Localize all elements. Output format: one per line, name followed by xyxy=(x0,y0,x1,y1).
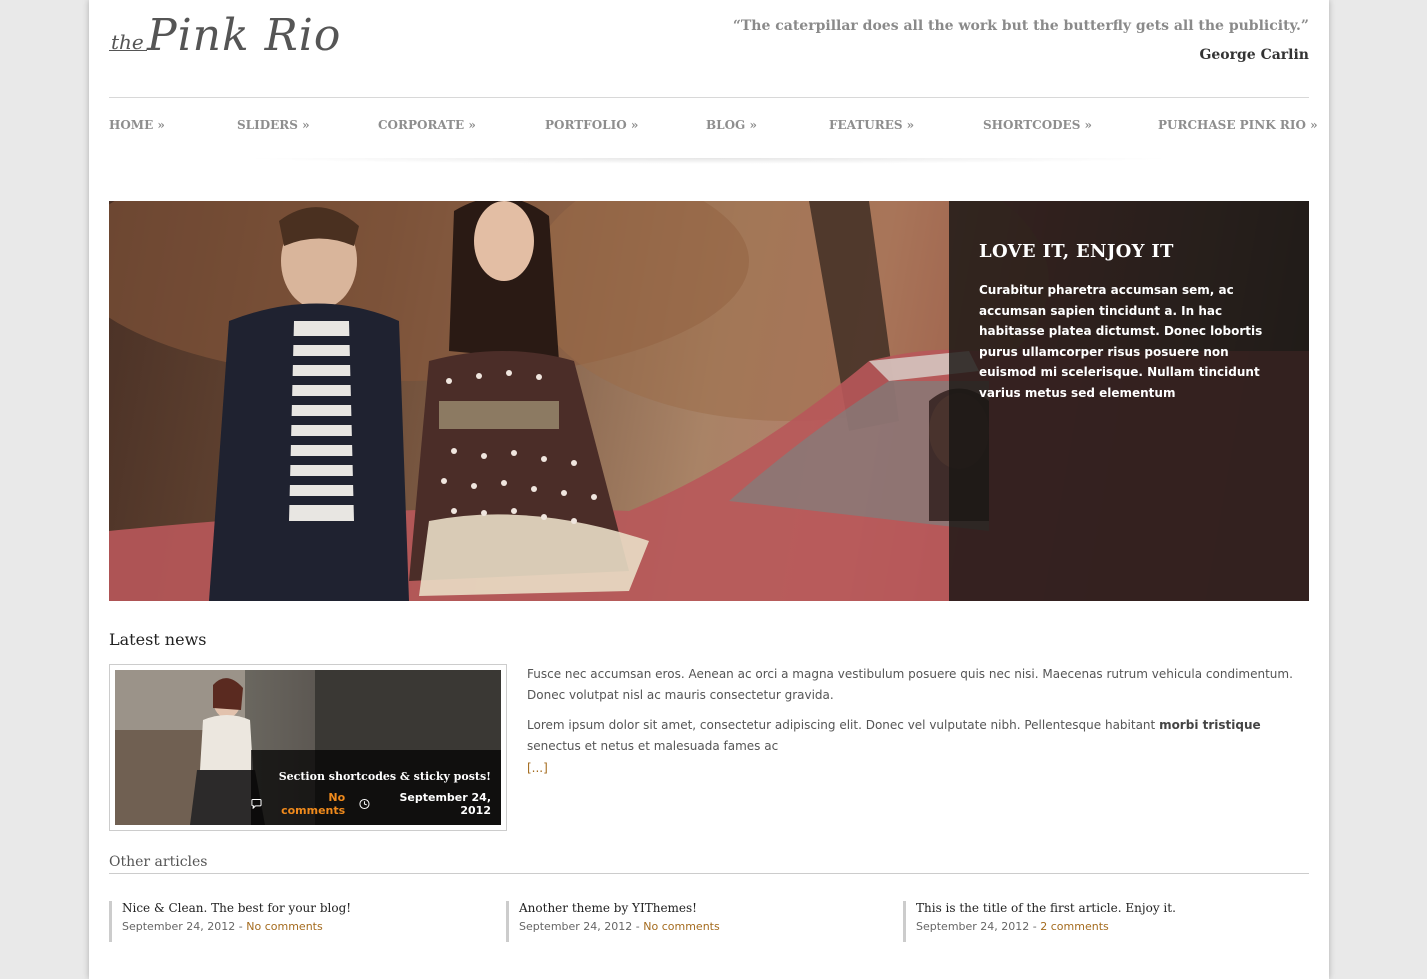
article-date: September 24, 2012 xyxy=(122,920,236,933)
other-articles-heading: Other articles xyxy=(109,854,208,870)
article-meta-separator: - xyxy=(1029,920,1041,933)
article-item: Nice & Clean. The best for your blog! Se… xyxy=(109,901,489,942)
read-more-link[interactable]: [...] xyxy=(527,758,1309,779)
latest-news-heading: Latest news xyxy=(109,630,207,649)
article-title[interactable]: This is the title of the first article. … xyxy=(916,901,1283,915)
latest-news-overlay: Section shortcodes & sticky posts! No co… xyxy=(251,750,501,825)
main-nav: HOME » SLIDERS » CORPORATE » PORTFOLIO »… xyxy=(109,118,1318,140)
hero-slider[interactable]: LOVE IT, ENJOY IT Curabitur pharetra acc… xyxy=(109,201,1309,601)
nav-item-portfolio[interactable]: PORTFOLIO » xyxy=(545,118,638,132)
logo-underline xyxy=(109,50,147,51)
nav-item-corporate[interactable]: CORPORATE » xyxy=(378,118,476,132)
slide-caption: LOVE IT, ENJOY IT Curabitur pharetra acc… xyxy=(949,201,1309,601)
article-meta: September 24, 2012 - 2 comments xyxy=(916,920,1283,933)
latest-news-para-2-bold: morbi tristique xyxy=(1159,718,1261,732)
nav-item-home[interactable]: HOME » xyxy=(109,118,165,132)
nav-item-purchase[interactable]: PURCHASE PINK RIO » xyxy=(1158,118,1318,132)
latest-news-para-2-start: Lorem ipsum dolor sit amet, consectetur … xyxy=(527,718,1160,732)
article-comments-link[interactable]: 2 comments xyxy=(1040,920,1109,933)
nav-shadow xyxy=(239,158,1179,164)
article-date: September 24, 2012 xyxy=(519,920,633,933)
latest-news-date: September 24, 2012 xyxy=(399,791,491,817)
latest-news-para-2: Lorem ipsum dolor sit amet, consectetur … xyxy=(527,715,1309,756)
header-quote-author: George Carlin xyxy=(1199,47,1309,63)
latest-news-image: Section shortcodes & sticky posts! No co… xyxy=(115,670,501,825)
nav-item-blog[interactable]: BLOG » xyxy=(706,118,757,132)
logo-name: Pink Rio xyxy=(147,10,342,61)
article-title[interactable]: Nice & Clean. The best for your blog! xyxy=(122,901,489,915)
header-divider xyxy=(109,97,1309,98)
nav-item-features[interactable]: FEATURES » xyxy=(829,118,914,132)
site-logo[interactable]: the Pink Rio xyxy=(109,10,340,72)
comment-icon xyxy=(251,798,262,809)
nav-item-sliders[interactable]: SLIDERS » xyxy=(237,118,310,132)
latest-news-para-2-end: senectus et netus et malesuada fames ac xyxy=(527,738,779,753)
article-date: September 24, 2012 xyxy=(916,920,1030,933)
other-articles-divider xyxy=(109,873,1309,874)
article-comments-link[interactable]: No comments xyxy=(643,920,719,933)
header-quote: “The caterpillar does all the work but t… xyxy=(732,18,1309,34)
article-item: This is the title of the first article. … xyxy=(903,901,1283,942)
article-meta: September 24, 2012 - No comments xyxy=(122,920,489,933)
article-meta-separator: - xyxy=(235,920,247,933)
article-meta-separator: - xyxy=(632,920,644,933)
article-item: Another theme by YIThemes! September 24,… xyxy=(506,901,886,942)
slide-title: LOVE IT, ENJOY IT xyxy=(979,241,1174,262)
nav-item-shortcodes[interactable]: SHORTCODES » xyxy=(983,118,1092,132)
article-comments-link[interactable]: No comments xyxy=(246,920,322,933)
clock-icon xyxy=(359,798,370,810)
slide-text: Curabitur pharetra accumsan sem, ac accu… xyxy=(979,283,1263,400)
article-title[interactable]: Another theme by YIThemes! xyxy=(519,901,886,915)
latest-news-meta: No comments September 24, 2012 xyxy=(251,791,491,817)
article-meta: September 24, 2012 - No comments xyxy=(519,920,886,933)
latest-news-post-title[interactable]: Section shortcodes & sticky posts! xyxy=(251,770,491,783)
latest-news-comments-link[interactable]: No comments xyxy=(268,791,345,817)
latest-news-excerpt: Fusce nec accumsan eros. Aenean ac orci … xyxy=(527,664,1309,779)
page-container: the Pink Rio “The caterpillar does all t… xyxy=(89,0,1329,979)
latest-news-thumbnail[interactable]: Section shortcodes & sticky posts! No co… xyxy=(109,664,507,831)
latest-news-para-1: Fusce nec accumsan eros. Aenean ac orci … xyxy=(527,667,1293,702)
